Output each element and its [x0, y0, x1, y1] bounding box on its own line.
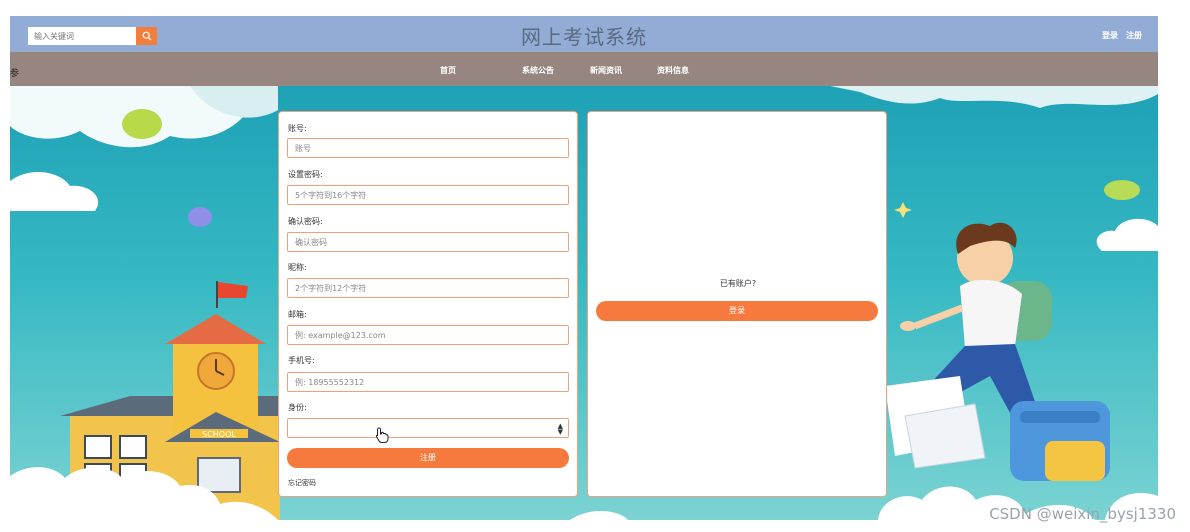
email-input[interactable]: [287, 325, 569, 345]
hand-cursor-icon: [375, 427, 389, 443]
login-button[interactable]: 登录: [596, 301, 878, 321]
nav-item-home[interactable]: 首页: [440, 65, 456, 76]
login-panel: 已有账户? 登录: [587, 111, 887, 497]
phone-input[interactable]: [287, 372, 569, 392]
search-input[interactable]: [28, 27, 136, 45]
nav-item-materials[interactable]: 资料信息: [657, 65, 689, 76]
header-login-link[interactable]: 登录: [1102, 31, 1118, 40]
forgot-password-link[interactable]: 忘记密码: [288, 478, 316, 488]
password-label: 设置密码:: [288, 170, 323, 179]
main-nav: 参 首页 系统公告 新闻资讯 资料信息: [10, 52, 1158, 86]
nickname-input[interactable]: [287, 278, 569, 298]
password-input[interactable]: [287, 185, 569, 205]
confirm-password-label: 确认密码:: [288, 217, 323, 226]
search-icon: [142, 31, 151, 41]
nav-left-mark: 参: [10, 69, 20, 79]
page: 网上考试系统 登录注册 参 首页 系统公告 新闻资讯 资料信息: [0, 0, 1190, 532]
nickname-label: 昵称:: [288, 263, 307, 272]
has-account-text: 已有账户?: [719, 279, 757, 288]
search-bar: [28, 27, 157, 45]
top-links: 登录 注册: [1094, 30, 1142, 41]
scene-artwork: SCHOOL: [10, 86, 1158, 520]
register-button[interactable]: 注册: [287, 448, 569, 468]
account-input[interactable]: [287, 138, 569, 158]
phone-label: 手机号:: [288, 356, 315, 365]
svg-text:SCHOOL: SCHOOL: [202, 430, 236, 439]
header-register-link[interactable]: 注册: [1126, 31, 1142, 40]
top-header: 网上考试系统 登录注册: [10, 16, 1158, 52]
confirm-password-input[interactable]: [287, 232, 569, 252]
site-title: 网上考试系统: [521, 25, 647, 49]
nav-item-announcements[interactable]: 系统公告: [522, 65, 554, 76]
identity-select[interactable]: ▲ ▼: [287, 418, 569, 438]
background-illustration: SCHOOL: [10, 86, 1158, 520]
identity-label: 身份:: [288, 403, 307, 412]
email-label: 邮箱:: [288, 310, 307, 319]
account-label: 账号:: [288, 124, 307, 133]
search-button[interactable]: [136, 27, 157, 45]
select-arrows-icon: ▲ ▼: [557, 422, 563, 436]
csdn-watermark: CSDN @weixin_bysj1330: [989, 505, 1176, 523]
register-form-panel: 账号: 设置密码: 确认密码: 昵称: 邮箱: 手机号: 身份: ▲▼ 注册 忘…: [278, 111, 578, 497]
nav-item-news[interactable]: 新闻资讯: [590, 65, 622, 76]
